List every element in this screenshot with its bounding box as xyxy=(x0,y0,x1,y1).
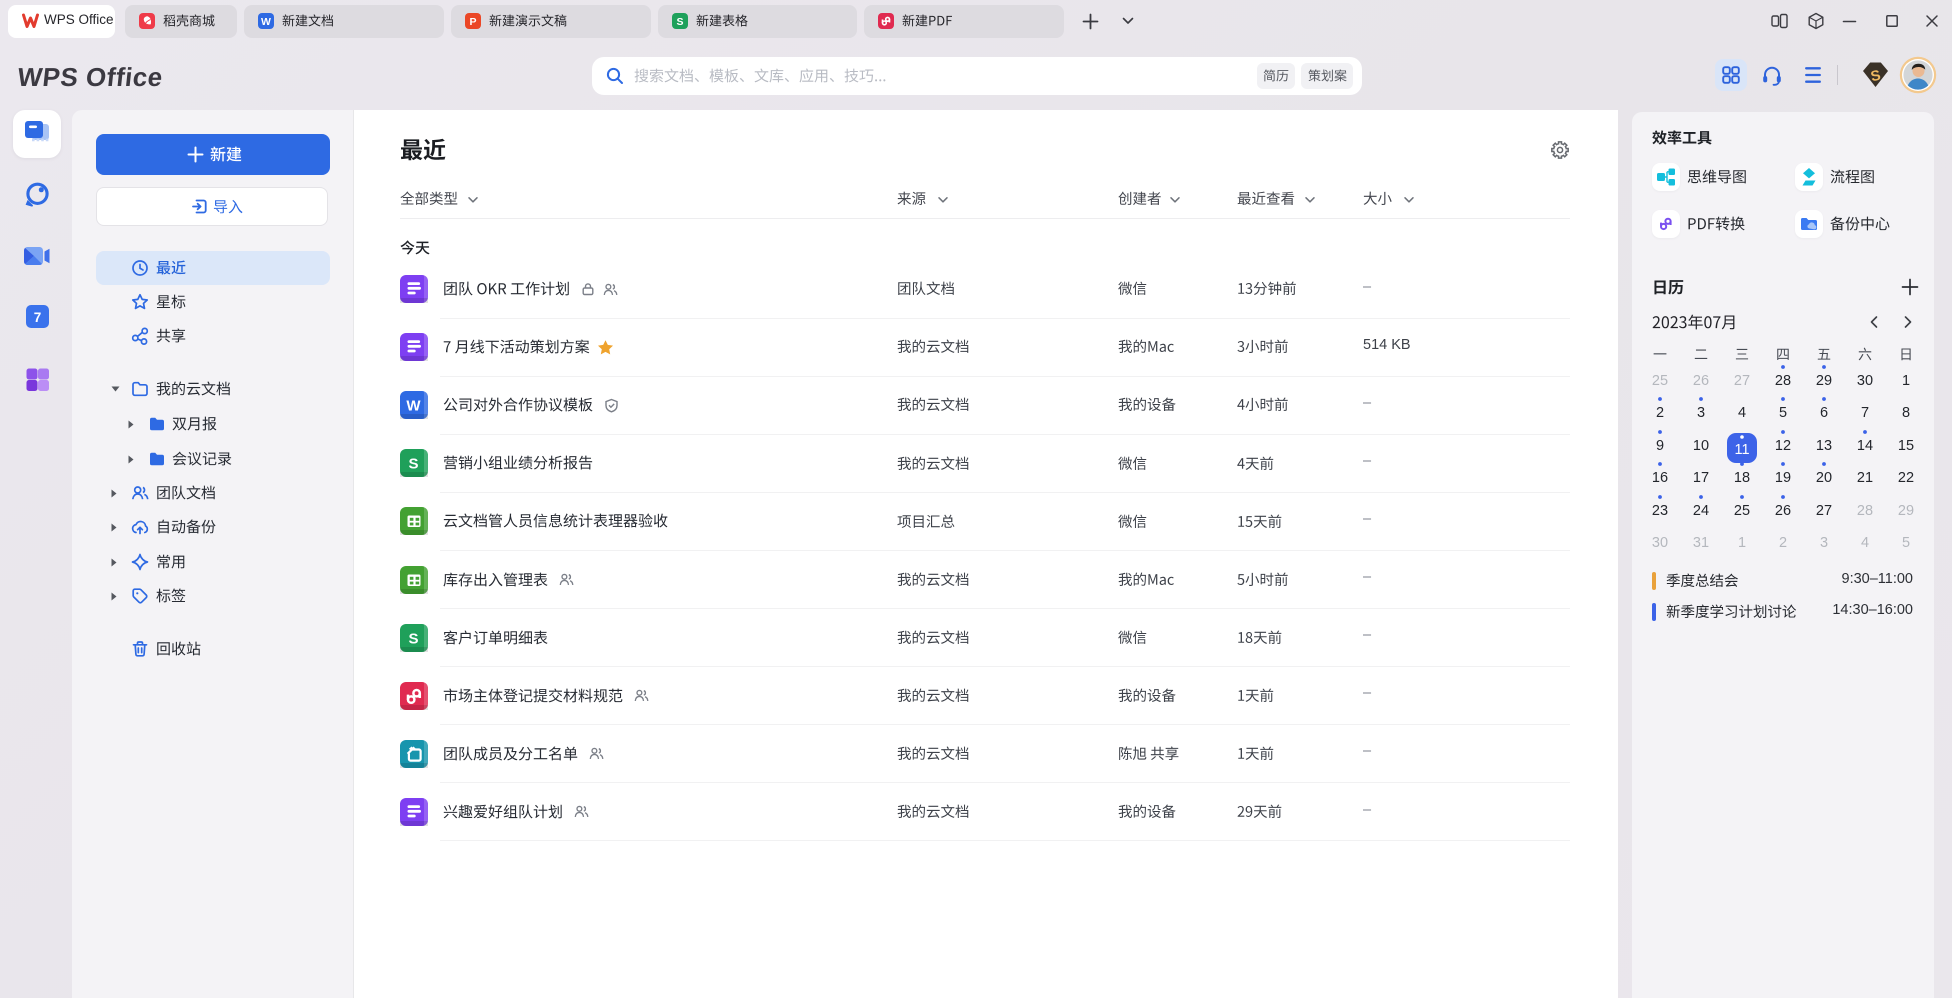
svg-text:7: 7 xyxy=(34,310,42,325)
svg-text:S: S xyxy=(408,630,418,647)
svg-text:W: W xyxy=(261,16,271,28)
svg-text:S: S xyxy=(408,456,418,473)
svg-text:S: S xyxy=(676,16,683,28)
svg-text:W: W xyxy=(406,398,421,415)
svg-text:P: P xyxy=(469,16,476,28)
